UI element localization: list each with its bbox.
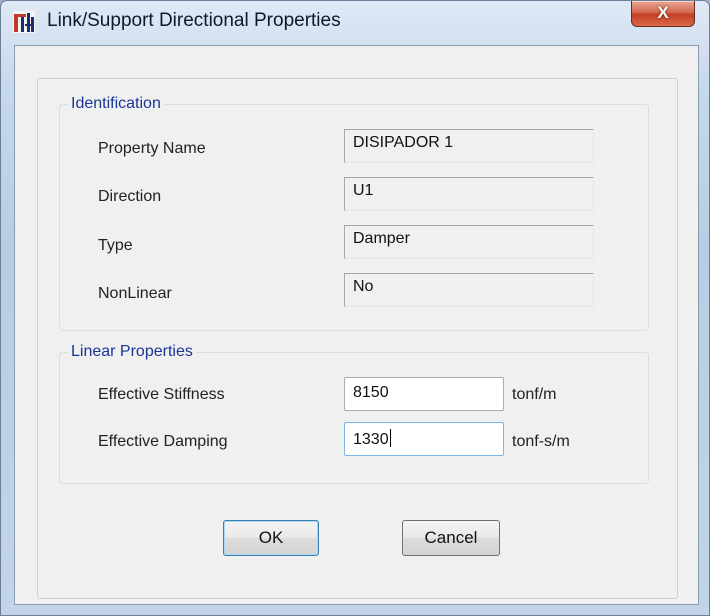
linear-properties-legend: Linear Properties	[68, 342, 196, 362]
content-panel: Identification Property Name DISIPADOR 1…	[37, 78, 678, 599]
window-title: Link/Support Directional Properties	[47, 10, 341, 31]
effective-stiffness-input[interactable]: 8150	[344, 377, 504, 411]
type-label: Type	[98, 237, 133, 254]
ok-button[interactable]: OK	[223, 520, 319, 556]
direction-label: Direction	[98, 188, 162, 205]
close-button[interactable]: X	[631, 1, 695, 27]
cancel-button[interactable]: Cancel	[402, 520, 500, 556]
linear-properties-group: Linear Properties Effective Stiffness 81…	[59, 342, 649, 484]
text-caret	[389, 429, 391, 447]
close-icon: X	[657, 3, 669, 22]
nonlinear-value: No	[344, 273, 594, 307]
dialog-client-area: Identification Property Name DISIPADOR 1…	[14, 45, 699, 605]
stiffness-unit-label: tonf/m	[512, 386, 557, 403]
direction-value: U1	[344, 177, 594, 211]
effective-damping-label: Effective Damping	[98, 433, 228, 450]
nonlinear-label: NonLinear	[98, 285, 172, 302]
effective-stiffness-label: Effective Stiffness	[98, 386, 225, 403]
effective-damping-value: 1330	[353, 431, 389, 448]
title-bar[interactable]: Link/Support Directional Properties X	[1, 1, 709, 41]
damping-unit-label: tonf-s/m	[512, 433, 570, 450]
identification-group: Identification Property Name DISIPADOR 1…	[59, 94, 649, 331]
dialog-window: Link/Support Directional Properties X Id…	[0, 0, 710, 616]
property-name-value: DISIPADOR 1	[344, 129, 594, 163]
effective-damping-input[interactable]: 1330	[344, 422, 504, 456]
type-value: Damper	[344, 225, 594, 259]
identification-legend: Identification	[68, 94, 164, 114]
property-name-label: Property Name	[98, 140, 206, 157]
etabs-app-icon	[13, 11, 35, 33]
